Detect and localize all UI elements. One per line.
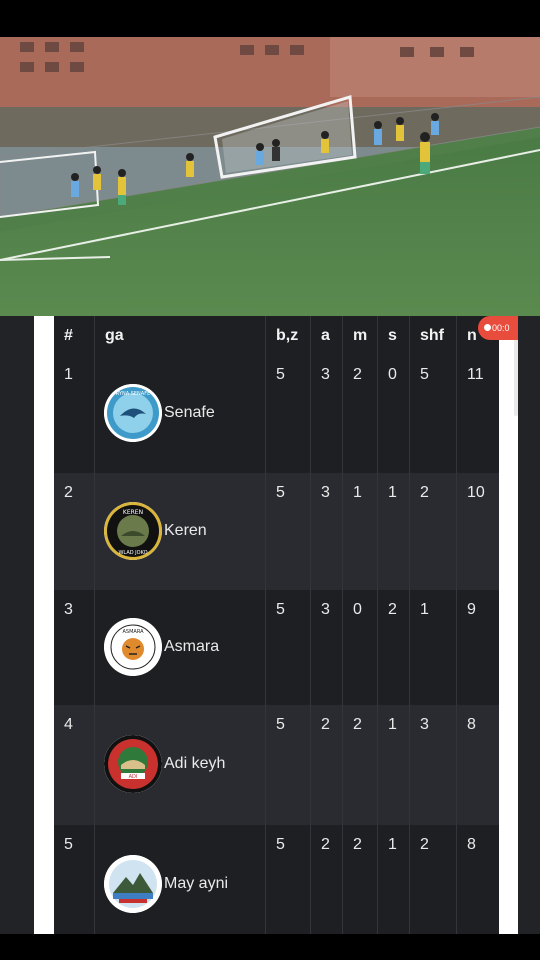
team-name: Keren: [164, 522, 207, 539]
team-name: Senafe: [164, 404, 215, 421]
goal-difference: 3: [420, 716, 429, 733]
bottom-bar: [0, 934, 540, 960]
wins: 3: [321, 366, 330, 383]
svg-text:WLAD JOKO: WLAD JOKO: [118, 550, 147, 556]
played: 5: [276, 366, 285, 383]
team-name: May ayni: [164, 875, 229, 892]
wins: 3: [321, 601, 330, 618]
rank: 4: [64, 716, 73, 733]
played: 5: [276, 484, 285, 501]
goal-difference: 1: [420, 601, 429, 618]
header-team[interactable]: ga: [95, 316, 266, 355]
recording-timer: 00:0: [492, 323, 510, 333]
points: 8: [467, 836, 476, 853]
points: 11: [467, 366, 484, 383]
wins: 2: [321, 716, 330, 733]
draws: 2: [353, 716, 362, 733]
header-wins[interactable]: a: [311, 316, 343, 355]
recording-indicator[interactable]: 00:0: [478, 316, 518, 340]
team-name: Asmara: [164, 638, 220, 655]
points: 8: [467, 716, 476, 733]
right-margin: [518, 316, 540, 934]
rank: 1: [64, 366, 73, 383]
losses: 1: [388, 484, 397, 501]
draws: 0: [353, 601, 362, 618]
left-white-border: [34, 316, 54, 934]
wins: 3: [321, 484, 330, 501]
draws: 1: [353, 484, 362, 501]
points: 10: [467, 484, 485, 501]
played: 5: [276, 836, 285, 853]
played: 5: [276, 601, 285, 618]
losses: 2: [388, 601, 397, 618]
rank: 3: [64, 601, 73, 618]
wins: 2: [321, 836, 330, 853]
goal-difference: 2: [420, 836, 429, 853]
table-header: # ga b,z a m s shf n: [54, 316, 499, 355]
table-row[interactable]: 3 ASMARA Asmara 5 3 0 2 1 9: [54, 590, 499, 705]
losses: 1: [388, 716, 397, 733]
adi-keyh-logo-icon: ADI: [104, 735, 162, 793]
points: 9: [467, 601, 476, 618]
may-ayni-logo-icon: [104, 855, 162, 913]
header-draws[interactable]: m: [343, 316, 378, 355]
left-margin: [0, 316, 34, 934]
draws: 2: [353, 366, 362, 383]
football-match-video-frame: [0, 37, 540, 316]
header-rank[interactable]: #: [54, 316, 95, 355]
table-row[interactable]: 4 ADI Adi keyh 5 2 2 1 3 8: [54, 705, 499, 825]
svg-text:RYNA SENAFE: RYNA SENAFE: [116, 391, 151, 397]
header-losses[interactable]: s: [378, 316, 410, 355]
record-dot-icon: [484, 324, 491, 331]
losses: 1: [388, 836, 397, 853]
top-status-bar: [0, 0, 540, 37]
keren-logo-icon: KEREN WLAD JOKO: [104, 502, 162, 560]
header-goal-difference[interactable]: shf: [410, 316, 457, 355]
draws: 2: [353, 836, 362, 853]
table-row[interactable]: 1 RYNA SENAFE Senafe 5 3 2 0 5 11: [54, 355, 499, 473]
table-row[interactable]: 5 May ayni 5 2 2 1 2 8: [54, 825, 499, 934]
goal-difference: 5: [420, 366, 429, 383]
svg-text:ASMARA: ASMARA: [122, 629, 144, 635]
svg-text:KEREN: KEREN: [123, 509, 143, 516]
goal-difference: 2: [420, 484, 429, 501]
header-played[interactable]: b,z: [266, 316, 311, 355]
video-player[interactable]: [0, 37, 540, 316]
asmara-logo-icon: ASMARA: [104, 618, 162, 676]
rank: 2: [64, 484, 73, 501]
team-name: Adi keyh: [164, 755, 226, 772]
losses: 0: [388, 366, 397, 383]
standings-panel: # ga b,z a m s shf n 1 RYNA SENAFE Senaf…: [0, 316, 540, 934]
rank: 5: [64, 836, 73, 853]
senafe-logo-icon: RYNA SENAFE: [104, 384, 162, 442]
table-row[interactable]: 2 KEREN WLAD JOKO Keren 5 3 1 1 2 10: [54, 473, 499, 590]
played: 5: [276, 716, 285, 733]
svg-text:ADI: ADI: [129, 774, 138, 780]
